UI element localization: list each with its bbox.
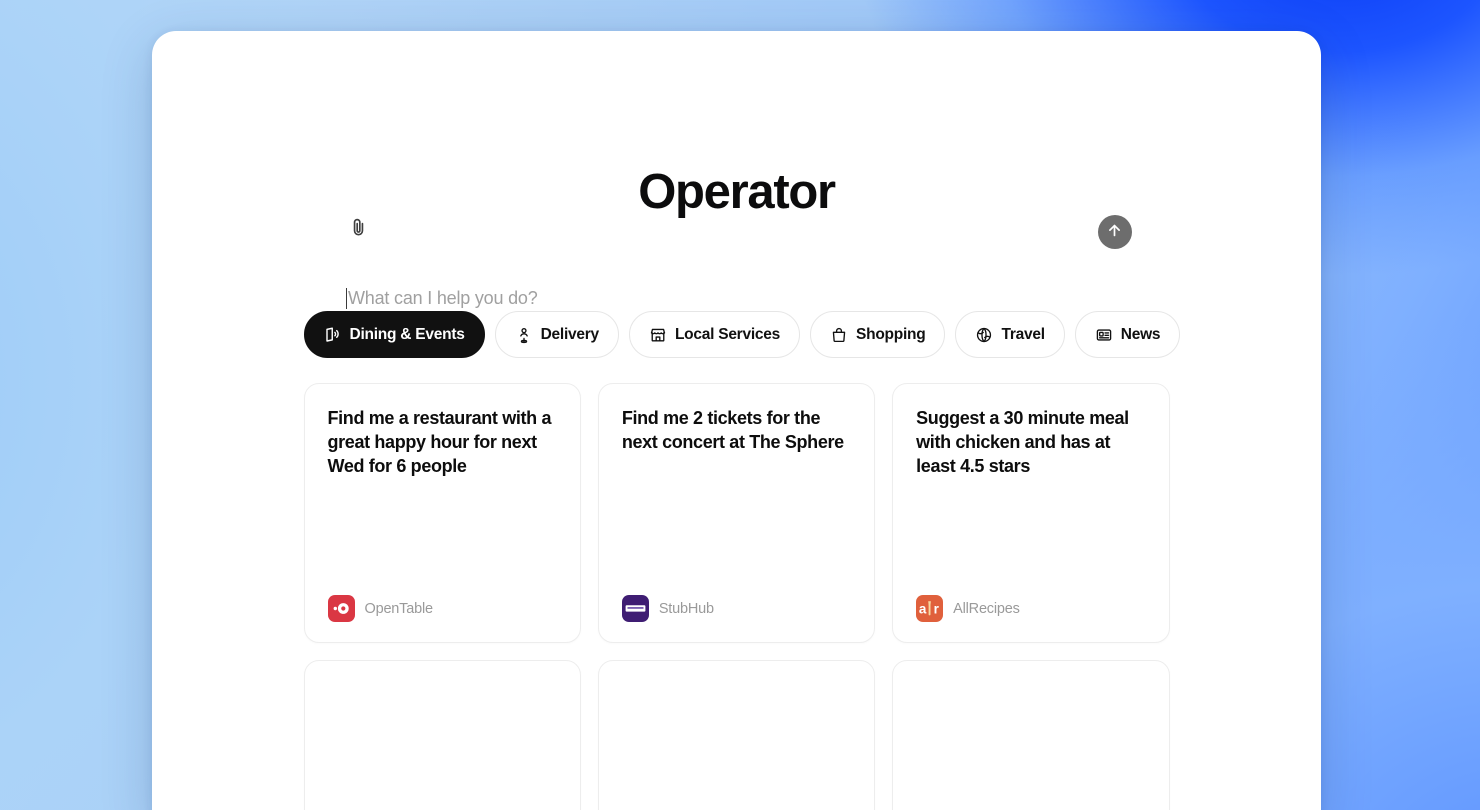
suggestion-card[interactable]	[597, 660, 876, 810]
desktop-background: Operator What can I help you do? Dining …	[0, 0, 1480, 810]
category-pill-label: Shopping	[856, 325, 926, 343]
opentable-logo	[327, 595, 355, 622]
suggestion-cards-grid: Find me a restaurant with a great happy …	[303, 383, 1170, 643]
suggestion-card[interactable]: Suggest a 30 minute meal with chicken an…	[892, 383, 1170, 643]
category-pill-local-services[interactable]: Local Services	[628, 311, 801, 358]
send-button[interactable]	[1097, 215, 1132, 249]
suggestion-card-text: Find me 2 tickets for the next concert a…	[621, 408, 844, 452]
attach-button[interactable]	[345, 216, 373, 244]
suggestion-card[interactable]	[303, 660, 581, 810]
category-pill-delivery[interactable]: Delivery	[494, 311, 619, 358]
text-caret	[345, 287, 347, 309]
category-pill-travel[interactable]: Travel	[955, 311, 1065, 358]
suggestion-card-source-label: StubHub	[658, 600, 714, 617]
category-pill-label: Local Services	[674, 325, 781, 343]
app-window: Operator What can I help you do? Dining …	[152, 31, 1321, 810]
suggestion-cards-grid-row-2	[303, 660, 1170, 810]
allrecipes-logo: a r	[916, 595, 944, 622]
suggestion-card-source: a r AllRecipes	[916, 595, 1145, 622]
suggestion-card[interactable]: Find me a restaurant with a great happy …	[303, 383, 581, 643]
suggestion-card[interactable]: Find me 2 tickets for the next concert a…	[597, 383, 876, 643]
suggestion-card-text: Find me a restaurant with a great happy …	[327, 408, 552, 476]
category-pill-label: Travel	[1001, 325, 1045, 343]
map-pin-person-icon	[515, 326, 533, 344]
category-pill-news[interactable]: News	[1074, 311, 1181, 358]
globe-icon	[975, 326, 993, 344]
composer-input-row[interactable]: What can I help you do?	[345, 286, 538, 310]
category-pill-dining-and-events[interactable]: Dining & Events	[303, 311, 485, 358]
suggestion-card-text: Suggest a 30 minute meal with chicken an…	[916, 408, 1129, 476]
newspaper-icon	[1095, 326, 1113, 344]
page-title: Operator	[638, 165, 836, 219]
suggestion-card-source-label: OpenTable	[364, 600, 434, 617]
suggestion-card-source: StubHub	[621, 595, 851, 622]
category-pill-row: Dining & Events Delivery Local Services …	[303, 311, 1181, 358]
category-pill-label: Dining & Events	[349, 325, 465, 343]
suggestion-card-source-label: AllRecipes	[953, 600, 1020, 617]
svg-text:a: a	[919, 602, 927, 617]
suggestion-card-source: OpenTable	[327, 595, 557, 622]
arrow-up-icon	[1106, 222, 1123, 242]
category-pill-shopping[interactable]: Shopping	[810, 311, 946, 358]
storefront-icon	[649, 326, 667, 344]
svg-text:r: r	[934, 602, 940, 617]
ticket-icon	[324, 326, 342, 344]
paperclip-icon	[348, 217, 369, 243]
stubhub-logo	[621, 595, 649, 622]
category-pill-label: Delivery	[540, 325, 600, 343]
shopping-bag-icon	[830, 326, 848, 344]
window-content: Operator What can I help you do? Dining …	[152, 31, 1321, 810]
suggestion-card[interactable]	[892, 660, 1170, 810]
category-pill-label: News	[1120, 325, 1161, 343]
composer-placeholder: What can I help you do?	[348, 287, 538, 308]
